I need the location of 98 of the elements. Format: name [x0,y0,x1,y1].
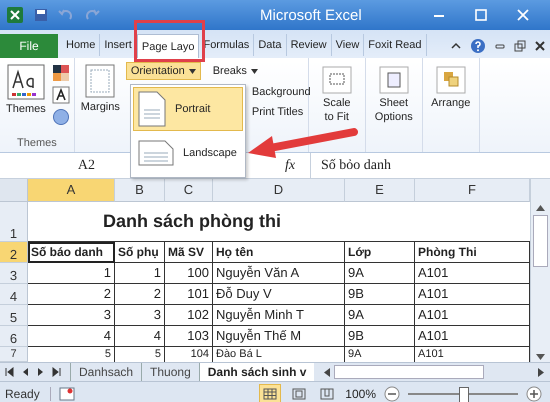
table-cell: 101 [165,284,213,305]
column-header[interactable]: D [213,179,345,202]
ribbon-tab[interactable]: View [332,34,364,56]
table-cell: Lớp [345,242,415,263]
table-cell: 103 [165,326,213,347]
table-cell: 3 [28,305,115,326]
menu-item[interactable]: Landscape [133,131,243,175]
highlight-annotation [134,20,205,62]
table-cell: 2 [115,284,165,305]
column-header[interactable]: E [345,179,415,202]
table-cell: Đỗ Duy V [213,284,345,305]
ribbon-tab[interactable]: Formulas [199,34,254,56]
scroll-right-icon[interactable] [538,368,544,376]
table-cell: 4 [115,326,165,347]
table-cell: Số phụ [115,242,165,263]
scroll-thumb[interactable] [533,215,548,267]
scroll-up-icon[interactable] [536,205,545,211]
ribbon-tab[interactable]: Home [62,34,100,56]
group-label: Themes [16,137,58,151]
table-cell: 2 [28,284,115,305]
page-icon [85,64,116,98]
row-header[interactable]: 5 [0,305,28,326]
vertical-scrollbar[interactable] [530,179,550,362]
arrange-icon [436,66,466,94]
table-cell: 3 [115,305,165,326]
excel-logo-icon [6,6,24,24]
last-sheet-icon[interactable] [52,367,62,377]
zoom-in-icon[interactable] [526,386,542,402]
menu-item[interactable]: Portrait [133,87,243,131]
effects-icon[interactable] [52,108,70,126]
file-tab[interactable]: File [0,34,58,58]
table-cell: 9B [345,284,415,305]
row-header[interactable]: 4 [0,284,28,305]
table-cell: 9A [345,305,415,326]
ribbon-tab[interactable]: Data [254,34,287,56]
table-cell: Họ tên [213,242,345,263]
background-button[interactable]: Background [248,84,315,100]
sheet-title: Danh sách phòng thi [28,202,530,242]
breaks-button[interactable]: Breaks [208,62,262,80]
zoom-level[interactable]: 100% [345,387,376,401]
normal-view-icon[interactable] [259,384,282,402]
scroll-thumb[interactable] [334,365,484,379]
scale-icon [322,66,352,94]
save-icon[interactable] [34,8,48,22]
table-cell: 100 [165,263,213,284]
table-cell: 9A [345,263,415,284]
margins-button[interactable]: Margins [78,62,122,152]
table-cell: Nguyễn Minh T [213,305,345,326]
sheet-icon [378,66,409,94]
caret-icon [250,68,258,74]
first-sheet-icon[interactable] [4,367,14,377]
column-header[interactable]: A [28,179,115,202]
sheet-tab[interactable]: Danh sách sinh v [198,363,314,381]
themes-icon [6,64,45,100]
maximize-icon[interactable] [474,8,488,22]
row-header[interactable]: 7 [0,347,28,362]
name-box[interactable]: A2 [0,158,125,174]
ribbon-tab[interactable]: Review [286,34,332,56]
row-header[interactable]: 6 [0,326,28,347]
orientation-button[interactable]: Orientation [126,62,201,80]
table-cell: 1 [28,263,115,284]
arrange-button[interactable]: Arrange [429,64,472,111]
portrait-page-icon [137,90,167,128]
close-icon[interactable] [534,40,546,52]
table-cell: Số báo danh [28,242,115,263]
table-cell: 102 [165,305,213,326]
insert-function-label[interactable]: fx [285,158,310,174]
fonts-icon[interactable] [52,86,70,104]
print-titles-button[interactable]: Print Titles [248,104,315,120]
scroll-down-icon[interactable] [536,354,545,360]
table-cell: 9B [345,326,415,347]
row-header[interactable]: 3 [0,263,28,284]
macro-record-icon[interactable] [58,387,75,401]
table-cell: Nguyễn Văn A [213,263,345,284]
status-text: Ready [5,387,51,401]
sheet-options-button[interactable]: Sheet Options [372,64,415,126]
formula-input[interactable]: Số bỏo danh [310,153,550,178]
colors-icon[interactable] [52,64,70,82]
caret-icon [188,68,196,74]
column-header[interactable]: F [415,179,530,202]
scale-to-fit-button[interactable]: Scale to Fit [320,64,354,126]
scroll-left-icon[interactable] [324,368,330,376]
table-cell: Nguyễn Thế M [213,326,345,347]
window-title: Microsoft Excel [260,6,362,24]
table-cell: 4 [28,326,115,347]
row-header[interactable]: 1 [0,202,28,242]
row-header[interactable]: 2 [0,242,28,263]
column-header[interactable]: B [115,179,165,202]
ribbon-tab[interactable]: Page Layo [136,34,200,58]
table-cell: Mã SV [165,242,213,263]
table-cell: 1 [115,263,165,284]
restore-icon[interactable] [514,40,526,52]
ribbon-tab[interactable]: Foxit Read [364,34,426,56]
help-icon[interactable] [470,38,486,54]
column-header[interactable]: C [165,179,213,202]
zoom-out-icon[interactable] [384,386,400,402]
themes-button[interactable]: Themes [4,62,48,137]
landscape-page-icon [137,139,175,167]
